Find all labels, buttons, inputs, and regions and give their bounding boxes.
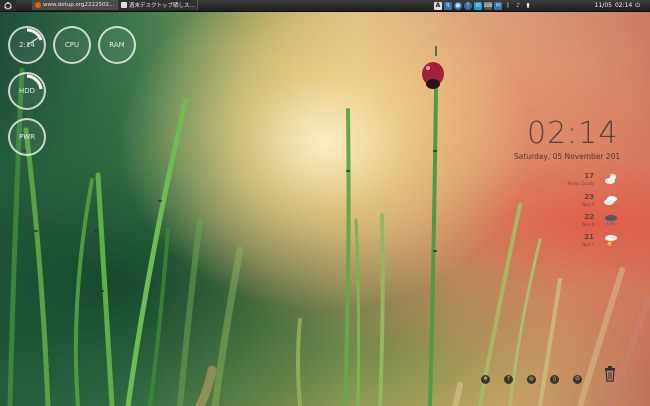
weather-label: Nov 7: [582, 242, 594, 247]
conky-power-label: PWR: [18, 133, 35, 141]
help-icon[interactable]: ?: [464, 1, 472, 10]
panel-date: 11/05: [594, 2, 612, 9]
dock-power-button[interactable]: ⏻: [573, 374, 582, 384]
power-icon[interactable]: ⏻: [635, 2, 640, 10]
rain-icon: [605, 215, 617, 226]
wallpaper: [7, 46, 650, 406]
thunderstorm-icon: [605, 235, 617, 246]
dock-settings-button[interactable]: ✲: [481, 374, 490, 384]
mail-icon[interactable]: ✉: [494, 1, 502, 10]
weather-today: 17 Partly Cloudy: [562, 172, 622, 194]
conky-cpu-label: CPU: [64, 41, 80, 49]
conky-ram-ring: RAM: [98, 26, 136, 64]
weather-temp: 22: [584, 213, 594, 221]
top-panel: www.dotup.org2222502... 週末デスクトップ晒しス... A…: [0, 0, 650, 12]
weather-temp: 23: [584, 193, 594, 201]
partly-cloudy-icon: [605, 174, 616, 184]
system-tray: A ↯ ● ? ✉ ⌨ ✉ ᛒ ♪ ▮: [434, 0, 532, 11]
dock-app-button[interactable]: ▯: [550, 374, 559, 384]
taskbar-item-label: 週末デスクトップ晒しス...: [129, 3, 195, 9]
weather-temp: 21: [584, 233, 594, 241]
conky-power-ring: PWR: [8, 118, 46, 156]
panel-time: 02:14: [614, 2, 633, 9]
app-menu-button[interactable]: [0, 0, 16, 11]
conky-ram-label: RAM: [109, 41, 125, 49]
cloudy-icon: [604, 196, 617, 205]
ladybug-image: [422, 46, 444, 89]
dock: ✲ ? ◎ ▯ ⏻: [481, 372, 582, 386]
volume-icon[interactable]: ♪: [514, 2, 522, 10]
time-ring-arc: [26, 28, 43, 46]
weather-label: Partly Cloudy: [567, 181, 594, 186]
dock-help-button[interactable]: ?: [504, 374, 513, 384]
taskbar-item-firefox[interactable]: www.dotup.org2222502...: [32, 0, 118, 10]
weather-day-2: 22 Nov 6: [562, 213, 622, 235]
network-icon[interactable]: ↯: [444, 1, 452, 10]
messenger-icon[interactable]: ✉: [474, 1, 482, 10]
conky-cpu-ring: CPU: [53, 26, 91, 64]
taskbar-item-document[interactable]: 週末デスクトップ晒しス...: [118, 0, 198, 10]
desktop-clock: 02:14: [527, 116, 619, 151]
hdd-ring-arc: [26, 74, 43, 90]
firefox-icon: [35, 2, 41, 8]
conky-time-ring: 2:14: [8, 26, 46, 64]
weather-label: Nov 6: [582, 222, 594, 227]
chat-icon[interactable]: ●: [454, 1, 462, 10]
weather-temp: 17: [584, 172, 594, 180]
panel-clock[interactable]: 11/05 02:14 ⏻: [595, 0, 640, 11]
trash-icon[interactable]: [604, 366, 616, 382]
bluetooth-icon[interactable]: ᛒ: [504, 2, 512, 10]
dock-browser-button[interactable]: ◎: [527, 374, 536, 384]
weather-day-1: 23 Nov 5: [562, 193, 622, 215]
desktop-date: Saturday, 05 November 201: [514, 152, 621, 161]
document-icon: [121, 2, 127, 8]
keyboard-icon[interactable]: ⌨: [484, 1, 492, 10]
input-method-icon[interactable]: A: [434, 1, 442, 10]
ubuntu-logo-icon: [4, 1, 12, 9]
weather-label: Nov 5: [582, 202, 594, 207]
battery-icon[interactable]: ▮: [524, 2, 532, 10]
desktop[interactable]: www.dotup.org2222502... 週末デスクトップ晒しス... A…: [0, 0, 650, 406]
conky-hdd-ring: HDD: [8, 72, 46, 110]
taskbar-item-label: www.dotup.org2222502...: [43, 2, 115, 8]
weather-day-3: 21 Nov 7: [562, 233, 622, 255]
